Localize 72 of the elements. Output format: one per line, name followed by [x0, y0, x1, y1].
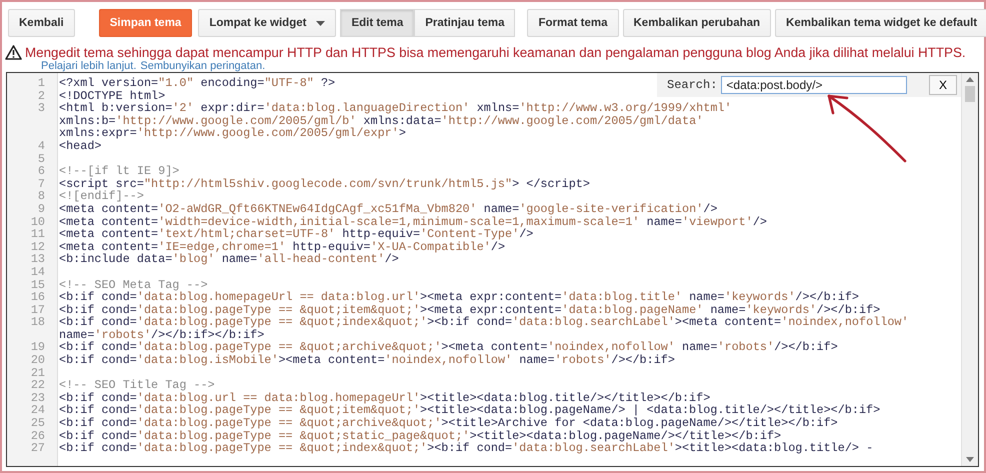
code-line: <b:if cond='data:blog.url == data:blog.homepageUrl'><title><data:blog.title/></title></b:if> — [59, 390, 710, 405]
code-line: <b:if cond='data:blog.homepageUrl == data:blog.url'><meta expr:content='data:blog.title' name='keywords'/></b:if> — [59, 290, 859, 304]
line-number: 16 — [30, 290, 45, 304]
line-number: 4 — [38, 138, 45, 153]
line-number: 8 — [38, 189, 45, 204]
code-line: <!DOCTYPE html> — [59, 88, 166, 103]
back-button[interactable]: Kembali — [8, 9, 75, 37]
code-line: <b:if cond='data:blog.pageType == &quot;archive&quot;'><meta content='noindex,nofollow' name='robots'/></b:if> — [59, 340, 838, 354]
line-number: 23 — [30, 390, 45, 405]
code-line: <b:if cond='data:blog.pageType == &quot;index&quot;'><b:if cond='data:blog.searchLabel'><meta content='noindex,nofollow' — [59, 315, 909, 330]
line-number: 18 — [30, 315, 45, 330]
code-line: <?xml version="1.0" encoding="UTF-8" ?> — [59, 76, 336, 90]
scroll-down-icon[interactable] — [966, 457, 974, 462]
code-line: <b:if cond='data:blog.pageType == &quot;item&quot;'><meta expr:content='data:blog.pageName' name='keywords'/></b:if> — [59, 302, 880, 317]
line-number: 2 — [38, 88, 45, 103]
search-label: Search: — [667, 78, 718, 92]
line-number: 24 — [30, 403, 45, 418]
line-number: 6 — [38, 164, 45, 178]
search-field[interactable]: <data:post.body/> — [721, 76, 908, 94]
jump-to-widget-dropdown[interactable]: Lompat ke widget — [198, 9, 336, 37]
code-line: <b:if cond='data:blog.pageType == &quot;item&quot;'><title><data:blog.pageName/> | <data:blog.title/></title></b:if> — [59, 403, 880, 418]
code-line: <head> — [59, 138, 102, 153]
close-button[interactable]: X — [929, 75, 957, 95]
line-number: 13 — [30, 252, 45, 266]
code-line: <b:if cond='data:blog.pageType == &quot;index&quot;'><b:if cond='data:blog.searchLabel'><title><data:blog.title/> - — [59, 441, 874, 456]
action-button[interactable]: Format tema — [527, 9, 618, 37]
code-line: xmlns:b='http://www.google.com/2005/gml/b' xmlns:data='http://www.google.com/2005/gml/data' — [59, 114, 704, 128]
code-line: <!--[if lt IE 9]> — [59, 164, 180, 178]
code-line: <meta content='O2-aWdGR_Qft66KTNEw64IdgCAgf_xc51fMa_Vbm820' name='google-site-verification'/> — [59, 202, 718, 216]
line-number: 5 — [38, 152, 45, 166]
code-line: <meta content='text/html;charset=UTF-8' http-equiv='Content-Type'/> — [59, 227, 534, 242]
mode-tab[interactable]: Pratinjau tema — [414, 9, 516, 37]
line-number: 14 — [30, 264, 45, 279]
action-button[interactable]: Kembalikan perubahan — [622, 9, 772, 37]
line-number: 17 — [30, 302, 45, 317]
code-line: <b:if cond='data:blog.isMobile'><meta content='noindex,nofollow' name='robots'/></b:if> — [59, 353, 675, 368]
code-line: <![endif]--> — [59, 189, 144, 204]
line-number: 26 — [30, 428, 45, 443]
code-line: name='robots'/></b:if></b:if> — [59, 328, 264, 342]
code-line: <html b:version='2' expr:dir='data:blog.languageDirection' xmlns='http://www.w3.org/1999/xhtml' — [59, 101, 732, 116]
code-line: <b:if cond='data:blog.pageType == &quot;archive&quot;'><title>Archive for <data:blog.pageName/></title></b:if> — [59, 416, 838, 430]
warning-icon — [5, 45, 22, 60]
scroll-up-icon[interactable] — [966, 77, 974, 82]
code-line: <!-- SEO Title Tag --> — [59, 378, 215, 392]
line-number: 9 — [38, 202, 45, 216]
mode-tab[interactable]: Edit tema — [340, 9, 414, 37]
code-line: <b:if cond='data:blog.pageType == &quot;static_page&quot;'><title><data:blog.pageName/></title></b:if> — [59, 428, 782, 443]
code-line: <!-- SEO Meta Tag --> — [59, 278, 208, 292]
action-button[interactable]: Kembalikan tema widget ke default — [775, 9, 986, 37]
line-number: 25 — [30, 416, 45, 430]
line-number: 27 — [30, 441, 45, 456]
caret-icon — [316, 20, 326, 26]
line-number: 3 — [38, 101, 45, 116]
line-number: 10 — [30, 214, 45, 229]
line-number: 19 — [30, 340, 45, 354]
line-number: 11 — [30, 227, 45, 242]
line-number: 21 — [30, 366, 45, 380]
line-number: 15 — [30, 278, 45, 292]
line-number: 12 — [30, 240, 45, 254]
code-line: <script src="http://html5shiv.googlecode.com/svn/trunk/html5.js"> </script> — [59, 176, 590, 191]
line-number: 20 — [30, 353, 45, 368]
code-line: <meta content='width=device-width,initial-scale=1,minimum-scale=1,maximum-scale=1' name='viewport'/> — [59, 214, 767, 229]
code-line: xmlns:expr='http://www.google.com/2005/gml/expr'> — [59, 126, 406, 140]
scrollbar-thumb[interactable] — [965, 86, 975, 102]
code-line: <meta content='IE=edge,chrome=1' http-equiv='X-UA-Compatible'/> — [59, 240, 506, 254]
warning-message: Mengedit tema sehingga dapat mencampur HTTP dan HTTPS bisa memengaruhi keamanan dan pengalaman pengguna blog Anda jika dilihat melalui HTTPS. — [25, 45, 966, 60]
code-line: <b:include data='blog' name='all-head-content'/> — [59, 252, 399, 266]
line-number: 7 — [38, 176, 45, 191]
line-number: 22 — [30, 378, 45, 392]
line-number: 1 — [38, 76, 45, 90]
warning-link[interactable]: Sembunyikan peringatan. — [140, 60, 266, 72]
warning-link[interactable]: Pelajari lebih lanjut. — [41, 60, 136, 72]
